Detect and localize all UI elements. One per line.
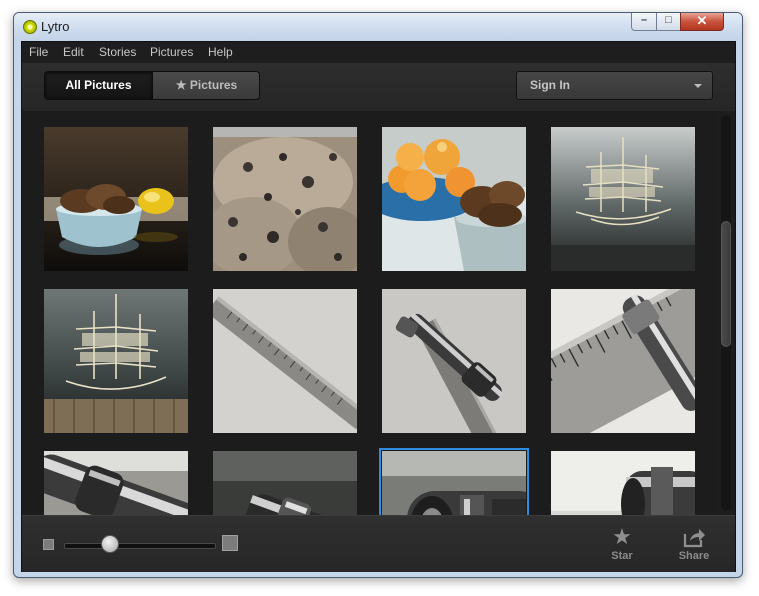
menu-stories[interactable]: Stories — [99, 45, 136, 59]
menu-edit[interactable]: Edit — [63, 45, 84, 59]
small-thumbnail-icon — [43, 539, 54, 550]
toolbar: All Pictures ★ Pictures Sign In — [22, 63, 735, 111]
thumbnail-steel-ruler[interactable] — [213, 289, 357, 433]
sign-in-label: Sign In — [530, 78, 570, 92]
title-bar: Lytro – □ ✕ — [14, 13, 742, 41]
picture-grid — [22, 111, 717, 515]
close-button[interactable]: ✕ — [680, 13, 724, 31]
maximize-icon: □ — [665, 14, 672, 26]
bottom-bar: ★ Star Share — [22, 515, 735, 572]
thumbnail-cookies-closeup[interactable] — [213, 127, 357, 271]
all-pictures-button[interactable]: All Pictures — [45, 72, 152, 99]
share-icon — [683, 529, 705, 548]
thumbnail-airbrush-nozzle-light[interactable] — [551, 451, 695, 515]
menu-file[interactable]: File — [29, 45, 48, 59]
chevron-down-icon — [694, 84, 702, 88]
star-icon: ★ — [612, 524, 632, 549]
thumbnail-cookies-bowl-lemon[interactable] — [44, 127, 188, 271]
star-label: Star — [611, 550, 633, 562]
thumbnail-ruler-pen-closeup[interactable] — [551, 289, 695, 433]
large-thumbnail-icon — [222, 535, 238, 551]
view-filter-toggle: All Pictures ★ Pictures — [44, 71, 260, 100]
thumbnail-airbrush-tip[interactable] — [44, 451, 188, 515]
app-window: Lytro – □ ✕ File Edit Stories Pictures H… — [13, 12, 743, 578]
thumbnail-airbrush-on-ruler[interactable] — [382, 289, 526, 433]
minimize-button[interactable]: – — [631, 13, 657, 31]
minimize-icon: – — [640, 14, 648, 26]
share-label: Share — [678, 550, 710, 562]
star-icon: ★ — [175, 78, 187, 92]
close-icon: ✕ — [696, 13, 708, 28]
scroll-thumb[interactable] — [721, 221, 731, 347]
thumbnail-airbrush-nozzle-selected[interactable] — [379, 448, 529, 515]
thumbnail-apricots-cookies[interactable] — [382, 127, 526, 271]
window-title: Lytro — [41, 19, 70, 34]
menu-help[interactable]: Help — [208, 45, 233, 59]
app-client-area: File Edit Stories Pictures Help All Pict… — [21, 41, 736, 572]
starred-pictures-button[interactable]: ★ Pictures — [152, 72, 259, 99]
share-button[interactable]: Share — [670, 526, 718, 562]
thumbnail-ship-engraving[interactable] — [551, 127, 695, 271]
maximize-button[interactable]: □ — [656, 13, 681, 31]
menu-bar: File Edit Stories Pictures Help — [22, 42, 735, 63]
sign-in-dropdown[interactable]: Sign In — [516, 71, 713, 100]
thumbnail-size-slider-handle[interactable] — [100, 535, 119, 553]
menu-pictures[interactable]: Pictures — [150, 45, 193, 59]
thumbnail-size-slider[interactable] — [64, 543, 216, 549]
thumbnail-airbrush-nozzle[interactable] — [213, 451, 357, 515]
star-button[interactable]: ★ Star — [598, 524, 646, 563]
thumbnail-ship-engraving-2[interactable] — [44, 289, 188, 433]
vertical-scrollbar[interactable] — [717, 111, 735, 515]
lytro-app-icon — [23, 20, 37, 34]
starred-pictures-label: Pictures — [189, 78, 238, 92]
